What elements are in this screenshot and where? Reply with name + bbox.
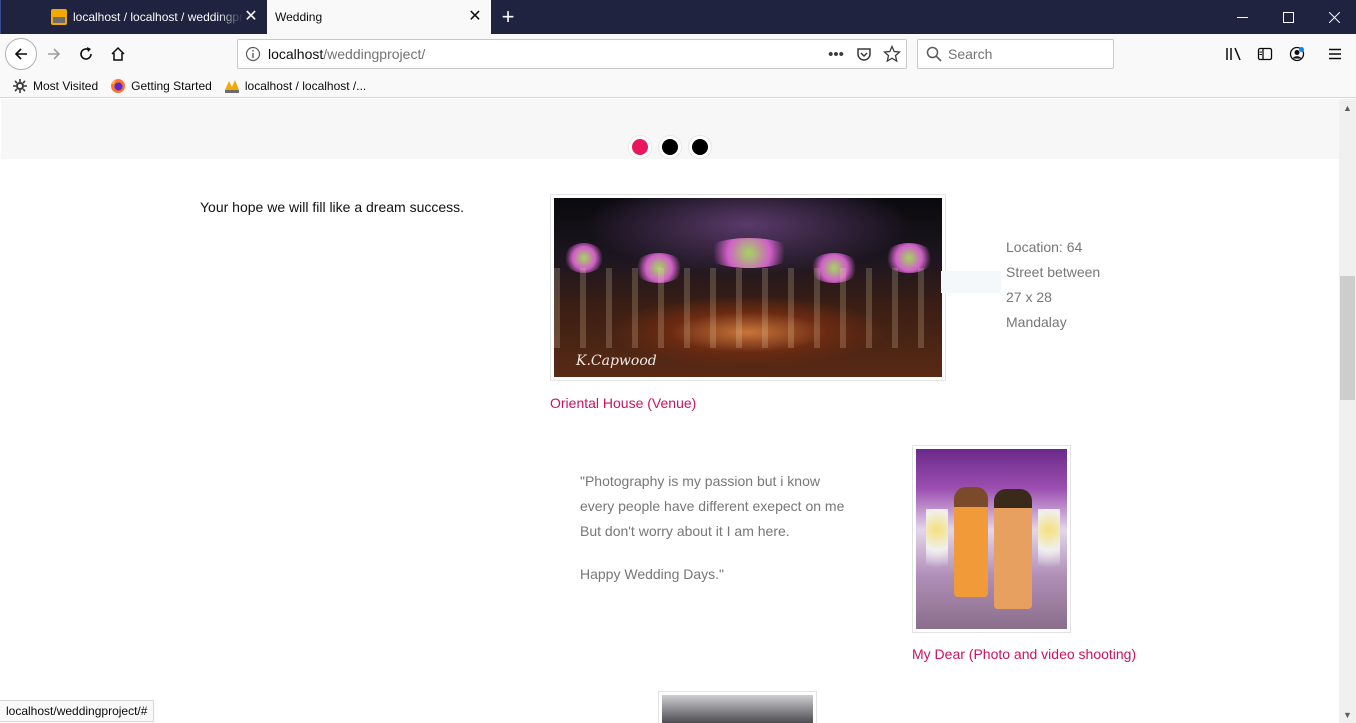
minimize-button[interactable] xyxy=(1219,0,1265,34)
search-bar[interactable] xyxy=(917,39,1114,69)
quote-line: "Photography is my passion but i know xyxy=(580,473,820,489)
quote-line: every people have different exepect on m… xyxy=(580,498,845,514)
minimize-icon xyxy=(1236,16,1248,18)
home-icon xyxy=(111,46,125,61)
account-button[interactable] xyxy=(1283,40,1311,68)
photographer-signature: K.Capwood xyxy=(576,353,657,369)
faint-strip xyxy=(941,271,1001,293)
close-icon xyxy=(1328,11,1340,23)
slider-pagination xyxy=(629,136,711,158)
sidebar-icon xyxy=(1257,47,1273,61)
arrow-left-icon xyxy=(14,48,27,60)
bookmarks-toolbar: Most Visited Getting Started localhost /… xyxy=(0,74,1356,98)
navigation-toolbar: localhost/weddingproject/ ••• xyxy=(0,34,1356,74)
forward-button[interactable] xyxy=(40,40,68,68)
slider-dot-2[interactable] xyxy=(659,136,681,158)
tab-wedding[interactable]: Wedding ✕ xyxy=(267,0,491,34)
home-button[interactable] xyxy=(104,40,132,68)
search-input[interactable] xyxy=(948,46,1098,62)
bookmark-star-icon[interactable] xyxy=(882,44,902,64)
phpmyadmin-icon xyxy=(51,9,67,25)
bookmark-phpmyadmin[interactable]: localhost / localhost /... xyxy=(224,78,366,94)
maximize-icon xyxy=(1282,11,1294,23)
tab-bar: localhost / localhost / weddingproject ✕… xyxy=(0,0,1356,34)
bookmark-most-visited[interactable]: Most Visited xyxy=(12,78,98,94)
bookmark-getting-started[interactable]: Getting Started xyxy=(110,78,212,94)
photographer-caption-link[interactable]: My Dear (Photo and video shooting) xyxy=(912,646,1136,662)
couple-image[interactable] xyxy=(912,445,1071,633)
firefox-icon xyxy=(110,78,126,94)
quote-line: But don't worry about it I am here. xyxy=(580,523,790,539)
slider-dot-3[interactable] xyxy=(689,136,711,158)
scrollbar-thumb[interactable] xyxy=(1340,276,1355,400)
couple-photo xyxy=(916,449,1067,629)
slider-band xyxy=(1,99,1339,159)
url-path: /weddingproject/ xyxy=(323,46,426,62)
quote-closing: Happy Wedding Days." xyxy=(580,566,725,582)
tagline: Your hope we will fill like a dream succ… xyxy=(200,199,465,215)
page-viewport: Your hope we will fill like a dream succ… xyxy=(1,99,1339,723)
location-line: 27 x 28 xyxy=(1006,289,1052,305)
close-icon[interactable]: ✕ xyxy=(243,9,259,25)
info-icon[interactable] xyxy=(238,46,268,62)
status-bar: localhost/weddingproject/# xyxy=(0,700,155,722)
arrow-right-icon xyxy=(48,48,61,60)
close-icon[interactable]: ✕ xyxy=(467,9,483,25)
bookmark-label: Most Visited xyxy=(33,78,99,93)
tab-title: localhost / localhost / weddingproject xyxy=(73,10,243,24)
venue-photo: K.Capwood xyxy=(554,198,942,377)
library-button[interactable] xyxy=(1220,40,1248,68)
bookmark-label: localhost / localhost /... xyxy=(244,78,367,93)
page-actions-icon[interactable]: ••• xyxy=(826,44,846,64)
maximize-button[interactable] xyxy=(1265,0,1311,34)
scroll-down-icon[interactable]: ▼ xyxy=(1339,706,1356,723)
tab-phpmyadmin[interactable]: localhost / localhost / weddingproject ✕ xyxy=(43,0,267,34)
address-bar[interactable]: localhost/weddingproject/ ••• xyxy=(237,39,907,69)
location-line: Mandalay xyxy=(1006,314,1067,330)
account-icon xyxy=(1289,46,1305,62)
phpmyadmin-icon xyxy=(224,78,240,94)
vertical-scrollbar[interactable]: ▲ ▼ xyxy=(1339,99,1356,723)
gallery-photo xyxy=(662,695,813,723)
reload-button[interactable] xyxy=(72,40,100,68)
slider-dot-1[interactable] xyxy=(629,136,651,158)
gallery-image[interactable] xyxy=(658,691,817,723)
tab-title: Wedding xyxy=(275,10,323,24)
pocket-icon[interactable] xyxy=(854,44,874,64)
sidebar-button[interactable] xyxy=(1251,40,1279,68)
menu-button[interactable] xyxy=(1321,40,1349,68)
venue-caption-link[interactable]: Oriental House (Venue) xyxy=(550,395,696,411)
url-host: localhost xyxy=(268,46,324,62)
photographer-quote: "Photography is my passion but i know ev… xyxy=(580,469,880,587)
new-tab-button[interactable]: + xyxy=(495,4,521,30)
venue-location: Location: 64 Street between 27 x 28 Mand… xyxy=(1006,235,1100,335)
search-icon xyxy=(926,46,942,62)
hamburger-menu-icon xyxy=(1329,48,1341,60)
library-icon xyxy=(1226,47,1241,61)
location-line: Street between xyxy=(1006,264,1101,280)
back-button[interactable] xyxy=(5,38,37,70)
bookmark-label: Getting Started xyxy=(131,78,212,93)
location-line: Location: 64 xyxy=(1006,239,1083,255)
venue-image[interactable]: K.Capwood xyxy=(550,194,946,381)
reload-icon xyxy=(80,47,92,60)
gear-icon xyxy=(12,78,28,94)
scroll-up-icon[interactable]: ▲ xyxy=(1339,99,1356,116)
window-close-button[interactable] xyxy=(1311,0,1356,34)
